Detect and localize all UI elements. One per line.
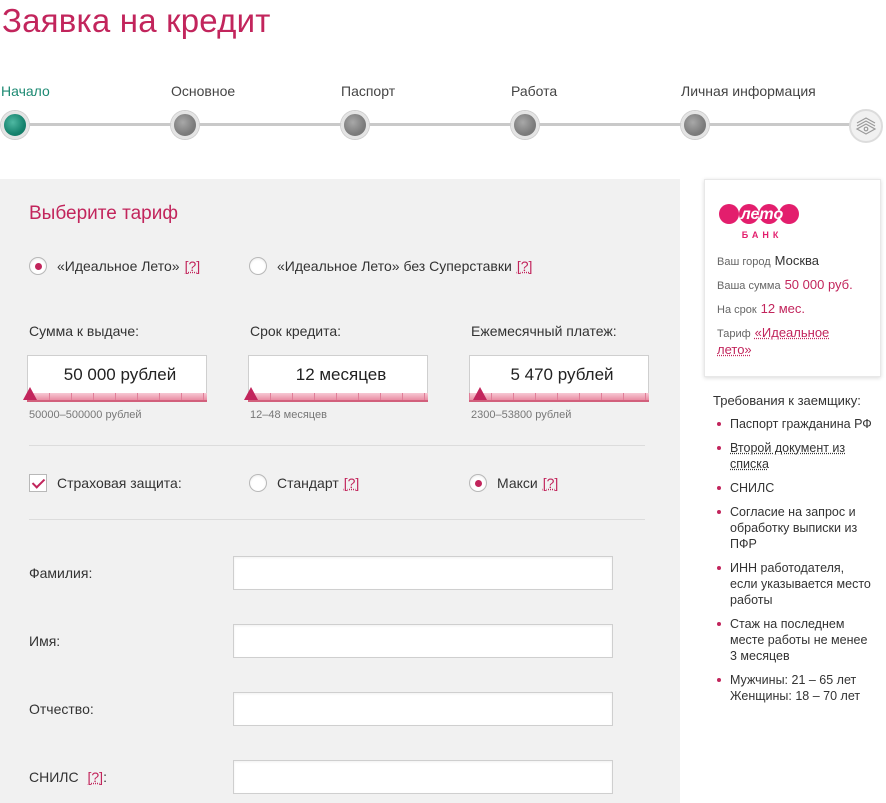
list-item: СНИЛС [715, 480, 875, 496]
step-label: Начало [1, 83, 50, 99]
snils-label: СНИЛС [?]: [29, 769, 107, 785]
radio-circle[interactable] [249, 257, 267, 275]
list-item: Мужчины: 21 – 65 лет Женщины: 18 – 70 ле… [715, 672, 875, 704]
slider-track[interactable] [469, 393, 649, 402]
city-label: Ваш город [717, 256, 771, 268]
step-label: Паспорт [341, 83, 396, 99]
progress-stepper: Начало Основное Паспорт Работа Личная ин… [0, 80, 886, 150]
summary-term: На срок 12 мес. [717, 301, 805, 316]
application-form: Выберите тариф «Идеальное Лето» [?] «Иде… [0, 179, 680, 803]
term-value: 12 мес. [760, 301, 806, 316]
tariff-label: Тариф [717, 328, 751, 340]
stepper-line [15, 123, 865, 126]
slider-track[interactable] [248, 393, 428, 402]
radio-label: Макси [497, 475, 538, 491]
list-item: Второй документ из списка [715, 440, 875, 472]
list-item: ИНН работодателя, если указывается место… [715, 560, 875, 608]
step-dot [171, 111, 199, 139]
monthly-input[interactable]: 5 470 рублей [469, 355, 649, 395]
list-item: Согласие на запрос и обработку выписки и… [715, 504, 875, 552]
surname-label: Фамилия: [29, 565, 93, 581]
radio-tariff-no-superrate[interactable]: «Идеальное Лето» без Суперставки [?] [249, 257, 532, 275]
radio-label: «Идеальное Лето» [57, 258, 180, 274]
leto-bank-logo: лето БАНК [719, 202, 805, 242]
summary-city: Ваш город Москва [717, 253, 819, 268]
term-slider[interactable]: 12 месяцев [244, 355, 428, 402]
requirements-title: Требования к заемщику: [713, 393, 861, 408]
sum-value: 50 000 руб. [784, 277, 853, 292]
divider [29, 445, 645, 446]
step-label: Основное [171, 83, 236, 99]
svg-text:БАНК: БАНК [742, 230, 783, 240]
term-input[interactable]: 12 месяцев [248, 355, 428, 395]
summary-tariff: Тариф «Идеальное лето» [717, 325, 857, 359]
slider-handle[interactable] [23, 387, 37, 400]
patronymic-label: Отчество: [29, 701, 94, 717]
term-label: Срок кредита: [250, 323, 342, 339]
help-link[interactable]: [?] [185, 258, 201, 274]
slider-handle[interactable] [244, 387, 258, 400]
divider [29, 519, 645, 520]
radio-label: «Идеальное Лето» без Суперставки [277, 258, 512, 274]
help-link[interactable]: [?] [517, 258, 533, 274]
amount-input[interactable]: 50 000 рублей [27, 355, 207, 395]
patronymic-field[interactable] [233, 692, 613, 726]
amount-label: Сумма к выдаче: [29, 323, 140, 339]
city-value: Москва [774, 253, 820, 268]
list-item-text[interactable]: Второй документ из списка [730, 441, 845, 471]
term-range: 12–48 месяцев [250, 409, 327, 421]
radio-label: Стандарт [277, 475, 339, 491]
sum-label: Ваша сумма [717, 280, 781, 292]
name-label: Имя: [29, 633, 61, 649]
radio-circle[interactable] [249, 474, 267, 492]
checkbox-box[interactable] [29, 474, 47, 492]
svg-text:лето: лето [740, 206, 784, 223]
radio-circle[interactable] [469, 474, 487, 492]
name-field[interactable] [233, 624, 613, 658]
checkbox-label: Страховая защита: [57, 475, 182, 491]
radio-insurance-standard[interactable]: Стандарт [?] [249, 474, 359, 492]
slider-handle[interactable] [473, 387, 487, 400]
amount-slider[interactable]: 50 000 рублей [23, 355, 207, 402]
money-stack-icon [849, 109, 883, 143]
term-label: На срок [717, 304, 757, 316]
radio-circle[interactable] [29, 257, 47, 275]
requirements-list: Паспорт гражданина РФ Второй документ из… [715, 416, 875, 712]
monthly-label: Ежемесячный платеж: [471, 323, 617, 339]
help-link[interactable]: [?] [344, 475, 360, 491]
application-summary-card: лето БАНК Ваш город Москва Ваша сумма 50 0… [704, 179, 881, 377]
snils-field[interactable] [233, 760, 613, 794]
snils-label-colon: : [103, 769, 107, 785]
monthly-range: 2300–53800 рублей [471, 409, 572, 421]
section-title: Выберите тариф [29, 203, 178, 224]
step-dot [511, 111, 539, 139]
step-label: Личная информация [681, 83, 816, 99]
amount-range: 50000–500000 рублей [29, 409, 142, 421]
insurance-checkbox[interactable]: Страховая защита: [29, 474, 182, 492]
step-dot-active [1, 111, 29, 139]
help-link[interactable]: [?] [87, 769, 103, 785]
page-title: Заявка на кредит [2, 2, 271, 39]
monthly-slider[interactable]: 5 470 рублей [469, 355, 649, 402]
radio-tariff-ideal[interactable]: «Идеальное Лето» [?] [29, 257, 200, 275]
slider-track[interactable] [27, 393, 207, 402]
radio-insurance-maxi[interactable]: Макси [?] [469, 474, 558, 492]
list-item: Стаж на последнем месте работы не менее … [715, 616, 875, 664]
list-item: Паспорт гражданина РФ [715, 416, 875, 432]
snils-label-text: СНИЛС [29, 769, 79, 785]
step-label: Работа [511, 83, 558, 99]
help-link[interactable]: [?] [543, 475, 559, 491]
step-dot [681, 111, 709, 139]
surname-field[interactable] [233, 556, 613, 590]
step-dot [341, 111, 369, 139]
summary-sum: Ваша сумма 50 000 руб. [717, 277, 853, 292]
